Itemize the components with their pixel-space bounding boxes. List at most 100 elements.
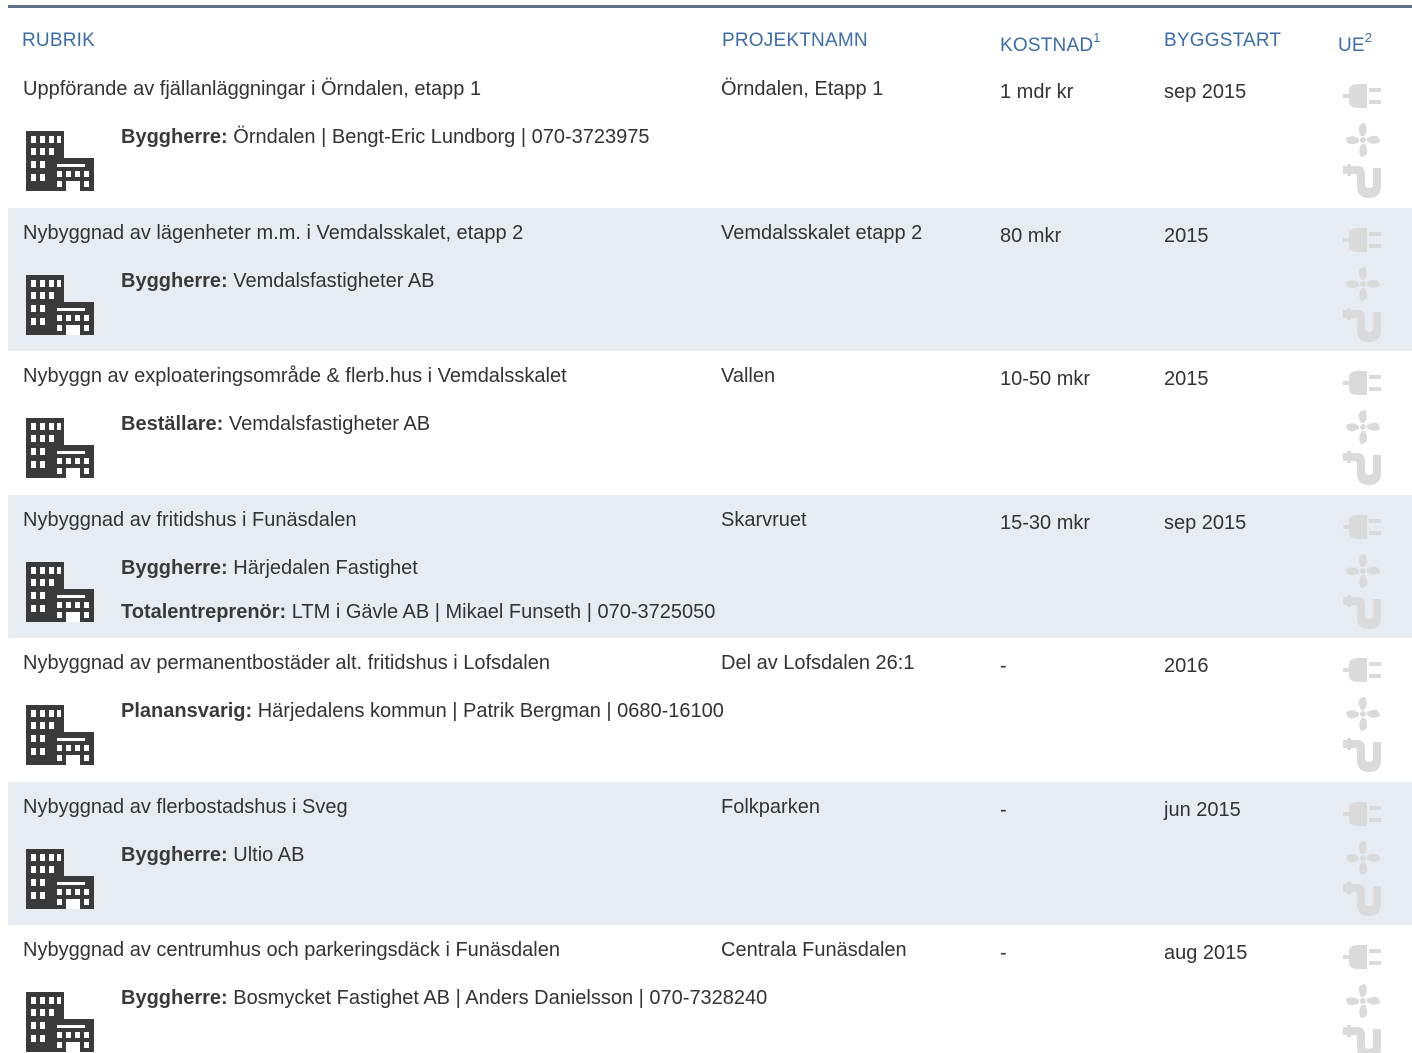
row-projektnamn: Örndalen, Etapp 1	[721, 78, 884, 100]
contact-details: Vemdalsfastigheter AB	[233, 269, 435, 292]
row-projektnamn: Vemdalsskalet etapp 2	[721, 221, 923, 244]
footnote-marker-kostnad: 1	[1093, 30, 1101, 45]
ventilation-fan-icon	[1346, 553, 1380, 588]
row-kostnad: 10-50 mkr	[1000, 368, 1091, 390]
contact-details: Härjedalen Fastighet	[233, 556, 418, 579]
row-rubrik[interactable]: Nybyggn av exploateringsområde & flerb.h…	[23, 365, 567, 388]
ue-icon-group	[1343, 656, 1383, 774]
row-contact: Byggherre: Örndalen | Bengt-Eric Lundbor…	[121, 126, 650, 149]
building-icon	[26, 418, 94, 478]
row-kostnad: -	[1000, 798, 1007, 821]
row-byggstart: 2015	[1164, 368, 1209, 390]
plumbing-pipe-icon	[1343, 451, 1381, 485]
plumbing-pipe-icon	[1343, 164, 1381, 198]
plumbing-pipe-icon	[1343, 307, 1381, 342]
column-header-ue[interactable]: UE2	[1338, 30, 1372, 57]
row-byggstart: 2015	[1164, 224, 1209, 247]
ventilation-fan-icon	[1346, 410, 1380, 444]
contact-details: Härjedalens kommun | Patrik Bergman | 06…	[257, 700, 724, 722]
plumbing-pipe-icon	[1343, 881, 1381, 916]
row-kostnad: -	[1000, 942, 1007, 964]
row-projektnamn: Vallen	[721, 365, 776, 387]
row-contact: Totalentreprenör: LTM i Gävle AB | Mikae…	[121, 601, 715, 624]
row-byggstart: sep 2015	[1164, 511, 1247, 534]
row-kostnad: 1 mdr kr	[1000, 81, 1074, 103]
contact-details: Vemdalsfastigheter AB	[228, 413, 431, 435]
ue-icon-group	[1343, 943, 1383, 1053]
column-header-kostnad[interactable]: KOSTNAD1	[1000, 30, 1101, 57]
ventilation-fan-icon	[1346, 984, 1380, 1018]
building-icon	[26, 131, 94, 191]
electric-plug-icon	[1343, 514, 1381, 539]
row-projektnamn: Skarvruet	[721, 508, 807, 531]
row-kostnad: -	[1000, 655, 1007, 677]
contact-details: LTM i Gävle AB | Mikael Funseth | 070-37…	[291, 600, 716, 623]
plumbing-pipe-icon	[1343, 1025, 1381, 1053]
building-icon	[26, 274, 94, 335]
contact-role: Byggherre:	[121, 987, 228, 1009]
row-byggstart: sep 2015	[1164, 81, 1247, 103]
ventilation-fan-icon	[1346, 123, 1380, 157]
row-rubrik[interactable]: Nybyggnad av fritidshus i Funäsdalen	[23, 509, 357, 532]
project-table-page: RUBRIK PROJEKTNAMN KOSTNAD1 BYGGSTART UE…	[0, 0, 1412, 1053]
electric-plug-icon	[1343, 801, 1381, 826]
contact-role: Byggherre:	[121, 126, 228, 148]
building-icon	[26, 561, 94, 622]
row-contact: Beställare: Vemdalsfastigheter AB	[121, 413, 430, 436]
electric-plug-icon	[1343, 658, 1381, 682]
row-byggstart: 2016	[1164, 655, 1209, 677]
contact-details: Ultio AB	[233, 843, 305, 866]
row-byggstart: jun 2015	[1164, 798, 1241, 821]
row-rubrik[interactable]: Uppförande av fjällanläggningar i Örndal…	[23, 78, 481, 101]
column-header-rubrik[interactable]: RUBRIK	[22, 30, 95, 52]
contact-role: Byggherre:	[121, 556, 228, 579]
column-header-byggstart[interactable]: BYGGSTART	[1164, 30, 1281, 52]
building-icon	[26, 992, 94, 1052]
ue-icon-group	[1343, 226, 1383, 344]
table-body: Uppförande av fjällanläggningar i Örndal…	[8, 64, 1412, 1053]
table-row[interactable]: Nybyggnad av permanentbostäder alt. frit…	[8, 638, 1412, 782]
row-projektnamn: Folkparken	[721, 795, 820, 818]
ue-icon-group	[1343, 800, 1383, 918]
electric-plug-icon	[1343, 371, 1381, 395]
row-kostnad: 15-30 mkr	[1000, 511, 1091, 534]
row-projektnamn: Del av Lofsdalen 26:1	[721, 652, 915, 674]
table-row[interactable]: Nybyggnad av centrumhus och parkeringsdä…	[8, 925, 1412, 1053]
electric-plug-icon	[1343, 84, 1381, 108]
row-contact: Planansvarig: Härjedalens kommun | Patri…	[121, 700, 724, 723]
table-row[interactable]: Nybyggnad av fritidshus i Funäsdalen Ska…	[8, 494, 1412, 638]
ventilation-fan-icon	[1346, 697, 1380, 731]
row-rubrik[interactable]: Nybyggnad av flerbostadshus i Sveg	[23, 796, 348, 819]
ventilation-fan-icon	[1346, 266, 1380, 301]
contact-details: Örndalen | Bengt-Eric Lundborg | 070-372…	[233, 126, 650, 148]
table-row[interactable]: Nybyggnad av lägenheter m.m. i Vemdalssk…	[8, 207, 1412, 351]
table-row[interactable]: Nybyggn av exploateringsområde & flerb.h…	[8, 351, 1412, 495]
building-icon	[26, 705, 94, 765]
footnote-marker-ue: 2	[1364, 30, 1373, 45]
row-contact: Byggherre: Vemdalsfastigheter AB	[121, 270, 435, 293]
ue-icon-group	[1343, 82, 1383, 200]
table-header: RUBRIK PROJEKTNAMN KOSTNAD1 BYGGSTART UE…	[0, 8, 1412, 64]
contact-role: Byggherre:	[121, 843, 228, 866]
electric-plug-icon	[1343, 945, 1381, 969]
contact-role: Totalentreprenör:	[121, 600, 287, 623]
row-kostnad: 80 mkr	[1000, 224, 1062, 247]
row-rubrik[interactable]: Nybyggnad av lägenheter m.m. i Vemdalssk…	[23, 222, 523, 245]
row-contact: Byggherre: Härjedalen Fastighet	[121, 557, 418, 580]
contact-role: Byggherre:	[121, 269, 228, 292]
electric-plug-icon	[1343, 227, 1381, 252]
row-contact: Byggherre: Ultio AB	[121, 844, 304, 867]
row-contact: Byggherre: Bosmycket Fastighet AB | Ande…	[121, 987, 767, 1010]
plumbing-pipe-icon	[1343, 594, 1381, 629]
column-header-projektnamn[interactable]: PROJEKTNAMN	[722, 30, 868, 52]
ue-icon-group	[1343, 369, 1383, 487]
building-icon	[26, 848, 94, 909]
row-rubrik[interactable]: Nybyggnad av centrumhus och parkeringsdä…	[23, 939, 560, 962]
row-rubrik[interactable]: Nybyggnad av permanentbostäder alt. frit…	[23, 652, 550, 675]
table-row[interactable]: Uppförande av fjällanläggningar i Örndal…	[8, 64, 1412, 208]
row-byggstart: aug 2015	[1164, 942, 1248, 964]
contact-details: Bosmycket Fastighet AB | Anders Danielss…	[233, 987, 768, 1009]
contact-role: Planansvarig:	[121, 700, 253, 722]
plumbing-pipe-icon	[1343, 738, 1381, 772]
table-row[interactable]: Nybyggnad av flerbostadshus i Sveg Folkp…	[8, 781, 1412, 925]
